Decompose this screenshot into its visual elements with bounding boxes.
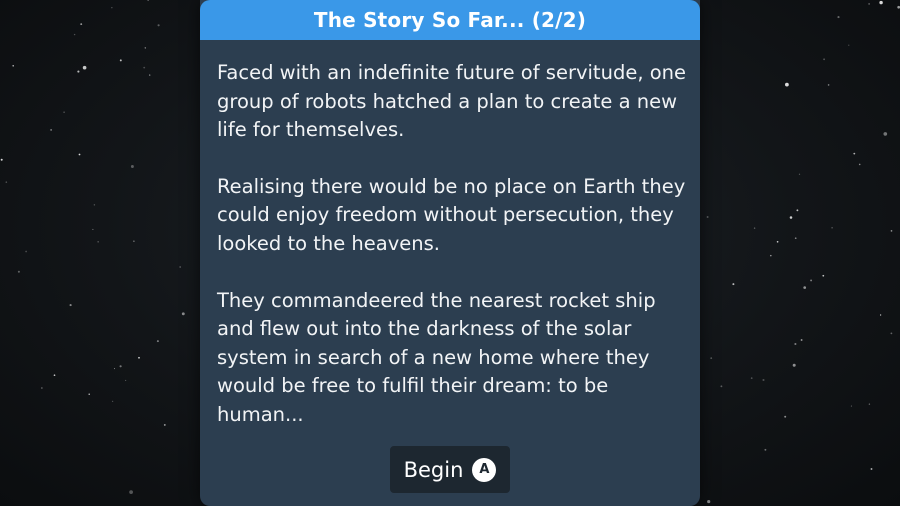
star xyxy=(149,74,151,76)
star xyxy=(853,152,856,155)
star xyxy=(157,24,160,27)
star xyxy=(831,226,833,229)
star xyxy=(848,44,850,46)
star xyxy=(710,357,713,359)
star xyxy=(792,363,796,367)
star xyxy=(111,7,113,9)
star xyxy=(63,111,65,114)
star xyxy=(111,400,114,403)
star xyxy=(883,132,888,136)
star xyxy=(17,270,20,273)
star xyxy=(870,468,873,470)
star xyxy=(0,158,3,161)
star xyxy=(92,228,94,230)
star xyxy=(707,500,711,504)
star xyxy=(890,332,893,335)
star xyxy=(803,286,807,289)
star xyxy=(789,216,793,219)
star xyxy=(119,59,122,62)
begin-button[interactable]: Begin A xyxy=(390,446,510,493)
star xyxy=(822,274,825,277)
star xyxy=(12,65,14,67)
star xyxy=(753,227,756,229)
star xyxy=(879,314,882,316)
star xyxy=(181,312,185,316)
star xyxy=(113,368,116,370)
star xyxy=(798,173,801,175)
star xyxy=(179,266,181,268)
star xyxy=(732,283,735,286)
star xyxy=(827,84,830,86)
star xyxy=(80,23,83,26)
story-text: Faced with an indefinite future of servi… xyxy=(217,59,687,458)
star xyxy=(720,385,723,388)
star xyxy=(784,415,787,418)
star xyxy=(823,58,825,61)
star xyxy=(800,339,803,341)
star xyxy=(750,377,753,379)
star xyxy=(93,204,96,206)
star xyxy=(69,304,72,307)
star xyxy=(868,3,870,5)
star xyxy=(144,47,146,49)
star xyxy=(125,379,127,381)
star xyxy=(796,209,799,212)
star xyxy=(156,340,159,343)
star xyxy=(890,230,893,232)
star xyxy=(97,241,99,243)
star xyxy=(77,70,80,73)
star xyxy=(706,216,709,218)
star xyxy=(868,403,871,405)
star xyxy=(41,387,43,389)
star xyxy=(130,165,134,168)
star xyxy=(762,378,765,382)
star xyxy=(776,240,779,243)
star xyxy=(850,405,852,407)
story-paragraph-2: Realising there would be no place on Ear… xyxy=(217,174,686,255)
star xyxy=(53,374,56,377)
star xyxy=(858,163,861,166)
dialog-header: The Story So Far... (2/2) xyxy=(200,0,700,40)
star xyxy=(764,448,767,451)
star xyxy=(837,16,840,19)
star xyxy=(163,423,166,426)
star xyxy=(25,250,27,253)
star xyxy=(88,393,90,395)
star xyxy=(879,0,883,5)
star xyxy=(133,240,135,243)
star xyxy=(78,153,81,156)
star xyxy=(810,279,813,282)
star xyxy=(143,66,146,69)
star xyxy=(794,342,797,346)
story-dialog: The Story So Far... (2/2) Faced with an … xyxy=(200,0,700,506)
star xyxy=(119,365,122,368)
story-paragraph-1: Faced with an indefinite future of servi… xyxy=(217,61,686,142)
begin-button-label: Begin xyxy=(403,457,464,482)
dialog-title: The Story So Far... (2/2) xyxy=(313,8,587,32)
star xyxy=(129,490,133,494)
star xyxy=(5,181,8,183)
star xyxy=(138,356,140,359)
star xyxy=(147,0,149,2)
star xyxy=(785,82,789,87)
star xyxy=(82,65,87,70)
star xyxy=(770,254,772,257)
star xyxy=(794,237,797,240)
story-paragraph-3: They commandeered the nearest rocket shi… xyxy=(217,288,656,426)
a-button-icon: A xyxy=(472,457,497,482)
star xyxy=(50,129,52,131)
star xyxy=(73,33,76,36)
